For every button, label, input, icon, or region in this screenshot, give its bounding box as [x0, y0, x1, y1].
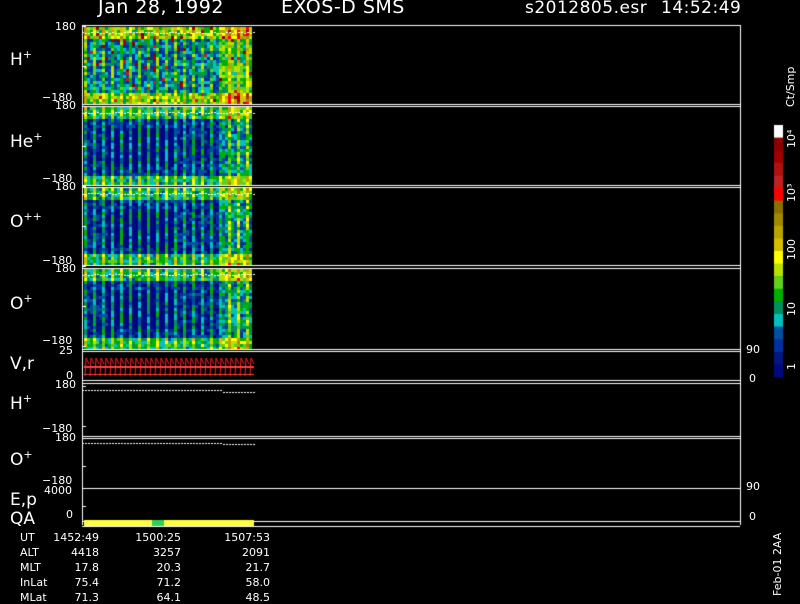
- orbit-row-label: ALT: [20, 546, 39, 559]
- orbit-row-value: 2091: [242, 546, 270, 559]
- orbit-row-label: MLT: [20, 561, 41, 574]
- orbit-row-value: 1452:49: [53, 531, 99, 544]
- panel-label-lower-h-plus: H+: [10, 392, 33, 414]
- orbit-row-label: UT: [20, 531, 35, 544]
- orbit-row-value: 4418: [71, 546, 99, 559]
- orbit-row-value: 71.3: [74, 591, 100, 604]
- colorbar-unit: Ct/Smp: [784, 66, 797, 107]
- orbit-row-value: 64.1: [156, 591, 182, 604]
- orbit-row-value: 58.0: [245, 576, 271, 589]
- tick-opp-top: 180: [55, 180, 76, 193]
- orbit-row-value: 3257: [153, 546, 181, 559]
- header-file: s2012805.esr: [525, 0, 648, 18]
- panel-label-he-plus: He+: [10, 130, 43, 152]
- rtick-ep-top: 90: [746, 480, 760, 493]
- orbit-row-value: 20.3: [156, 561, 182, 574]
- panel-label-o-plus: O+: [10, 292, 33, 314]
- orbit-row-value: 75.4: [74, 576, 100, 589]
- tick-lh-top: 180: [55, 378, 76, 391]
- header-time: 14:52:49: [661, 0, 742, 18]
- colorbar-tick-10: 10: [785, 302, 798, 316]
- panel-label-h-plus: H+: [10, 48, 33, 70]
- panel-label-o-plus-plus: O++: [10, 210, 42, 232]
- orbit-row-value: 17.8: [74, 561, 100, 574]
- footer-id: Feb-01 2AA: [771, 532, 784, 596]
- colorbar-tick-10000: 10⁴: [785, 129, 798, 148]
- orbit-row-value: 1507:53: [224, 531, 270, 544]
- colorbar-tick-1000: 10³: [785, 183, 798, 202]
- panel-label-qa: QA: [10, 509, 36, 529]
- tick-lo-top: 180: [55, 431, 76, 444]
- orbit-row-value: 1500:25: [135, 531, 181, 544]
- header-instrument: EXOS-D SMS: [281, 0, 405, 18]
- tick-he-top: 180: [55, 99, 76, 112]
- rtick-vr-top: 90: [746, 343, 760, 356]
- panel-label-vr: V,r: [10, 354, 35, 374]
- colorbar-tick-1: 1: [785, 363, 798, 370]
- rtick-ep-bottom: 0: [749, 510, 756, 523]
- panel-label-lower-o-plus: O+: [10, 448, 33, 470]
- tick-ep-top: 4000: [44, 484, 72, 497]
- tick-h-top: 180: [55, 20, 76, 33]
- rtick-vr-bottom: 0: [749, 372, 756, 385]
- panel-label-ep: E,p: [10, 490, 37, 510]
- tick-op-top: 180: [55, 262, 76, 275]
- orbit-row-value: 21.7: [245, 561, 271, 574]
- plot-canvas: [0, 0, 800, 600]
- orbit-row-value: 71.2: [156, 576, 182, 589]
- orbit-row-value: 48.5: [245, 591, 271, 604]
- tick-vr-top: 25: [59, 344, 73, 357]
- colorbar-tick-100: 100: [785, 239, 798, 260]
- tick-ep-bottom: 0: [66, 508, 73, 521]
- header-date: Jan 28, 1992: [98, 0, 224, 18]
